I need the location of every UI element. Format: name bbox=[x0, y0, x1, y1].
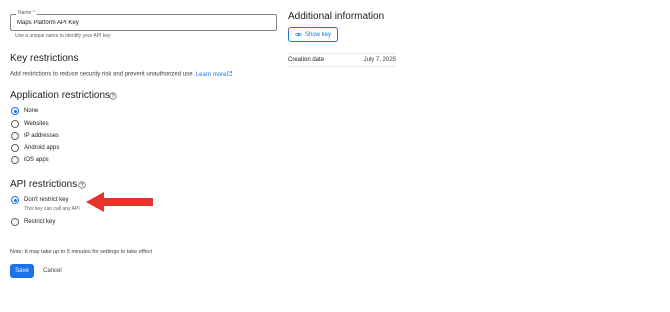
radio-label: Don't restrict key bbox=[24, 197, 69, 203]
settings-note: Note: It may take up to 5 minutes for se… bbox=[10, 249, 153, 255]
radio-button[interactable] bbox=[11, 144, 19, 152]
name-input[interactable] bbox=[11, 15, 276, 30]
radio-label: IP addresses bbox=[24, 133, 59, 139]
api-restriction-restrict-key[interactable]: Restrict key bbox=[11, 217, 55, 227]
cancel-button[interactable]: Cancel bbox=[39, 264, 66, 278]
show-key-button[interactable]: Show key bbox=[288, 27, 338, 42]
additional-info-heading: Additional information bbox=[288, 11, 385, 22]
arrow-annotation bbox=[86, 192, 153, 212]
name-field[interactable]: Name * bbox=[10, 10, 277, 31]
radio-button[interactable] bbox=[11, 107, 19, 115]
help-icon[interactable] bbox=[109, 92, 117, 100]
external-link-icon bbox=[227, 71, 233, 76]
api-restriction-dont-restrict[interactable]: Don't restrict key bbox=[11, 195, 69, 205]
app-restriction-ios-apps[interactable]: iOS apps bbox=[11, 155, 49, 165]
application-restrictions-heading: Application restrictions bbox=[10, 90, 111, 101]
creation-date-value: July 7, 2025 bbox=[363, 57, 396, 63]
save-button[interactable]: Save bbox=[10, 264, 34, 278]
radio-label: Android apps bbox=[24, 145, 60, 151]
app-restriction-android-apps[interactable]: Android apps bbox=[11, 143, 59, 153]
eye-icon bbox=[295, 32, 302, 37]
api-restrictions-heading: API restrictions bbox=[10, 179, 78, 190]
name-helper-text: Use a unique name to identify your API k… bbox=[15, 33, 111, 39]
learn-more-label: Learn more bbox=[195, 71, 227, 78]
radio-label: iOS apps bbox=[24, 157, 49, 163]
radio-label: Restrict key bbox=[24, 219, 56, 225]
key-restrictions-heading: Key restrictions bbox=[10, 53, 79, 64]
app-restriction-ip-addresses[interactable]: IP addresses bbox=[11, 131, 59, 141]
creation-date-row: Creation date July 7, 2025 bbox=[288, 53, 396, 67]
creation-date-label: Creation date bbox=[288, 57, 325, 63]
learn-more-link[interactable]: Learn more bbox=[195, 71, 233, 78]
radio-button[interactable] bbox=[11, 196, 19, 204]
radio-button[interactable] bbox=[11, 218, 19, 226]
radio-button[interactable] bbox=[11, 120, 19, 128]
description-text: Add restrictions to reduce security risk… bbox=[10, 71, 195, 78]
radio-label: None bbox=[24, 108, 39, 114]
key-restrictions-description: Add restrictions to reduce security risk… bbox=[10, 71, 233, 78]
show-key-label: Show key bbox=[304, 31, 331, 38]
dont-restrict-sublabel: This key can call any API bbox=[24, 206, 80, 212]
app-restriction-websites[interactable]: Websites bbox=[11, 119, 49, 129]
help-icon[interactable] bbox=[78, 181, 86, 189]
app-restriction-none[interactable]: None bbox=[11, 106, 38, 116]
radio-label: Websites bbox=[24, 121, 49, 127]
radio-button[interactable] bbox=[11, 132, 19, 140]
radio-button[interactable] bbox=[11, 156, 19, 164]
